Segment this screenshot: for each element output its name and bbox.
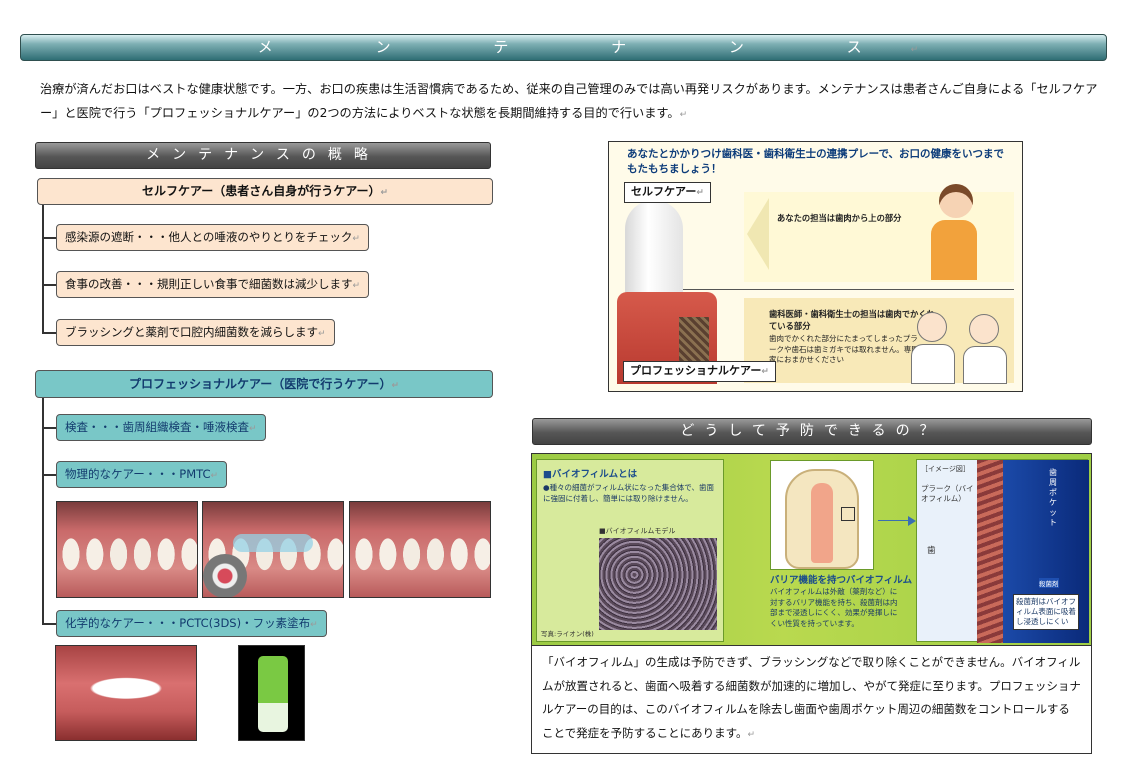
- biofilm-model-photo: [599, 538, 717, 630]
- tree-branch: [42, 427, 56, 429]
- patient-body-icon: [931, 220, 977, 280]
- biofilm-explanation: 「バイオフィルム」の生成は予防できず、ブラッシングなどで取り除くことができません…: [531, 646, 1092, 754]
- diagram-title: あなたとかかりつけ歯科医・歯科衛生士の連携プレーで、お口の健康をいつまでもたもち…: [627, 148, 1005, 175]
- polishing-tool-icon: [203, 554, 247, 597]
- germicide-note: 殺菌剤はバイオフィルム表面に吸着し浸透しにくい: [1013, 594, 1079, 630]
- biofilm-box-title: ■バイオフィルムとは: [543, 469, 638, 480]
- plaque-label: プラーク（バイオフィルム）: [921, 484, 974, 503]
- paste-icon: [233, 534, 313, 552]
- pmtc-photo-after: [349, 501, 491, 598]
- fluoride-bottle-icon: [258, 656, 288, 732]
- biofilm-illustration: ■バイオフィルムとは ●種々の細菌がフィルム状になった集合体で、歯面に強固に付着…: [531, 453, 1092, 646]
- zoom-box-icon: [841, 507, 855, 521]
- hygienist-head-icon: [969, 314, 999, 344]
- image-tag: ［イメージ図］: [921, 465, 970, 473]
- arrow-up-icon: [747, 198, 769, 270]
- arrow-right-icon: [908, 516, 916, 526]
- self-care-note: あなたの担当は歯肉から上の部分: [777, 213, 902, 223]
- pmtc-photo-before: [56, 501, 198, 598]
- arrow-line: [878, 520, 910, 521]
- pmtc-photo-during: [202, 501, 344, 598]
- barrier-body: バイオフィルムは外敵（薬剤など）に対するバリア機能を持ち、殺菌剤は内部まで浸透し…: [770, 587, 898, 628]
- gum-line: [679, 289, 1014, 290]
- self-care-title: セルフケアー（患者さん自身が行うケアー）↵: [37, 178, 493, 205]
- tooth-label: 歯: [927, 546, 936, 556]
- dentist-body-icon: [911, 344, 955, 384]
- tree-branch: [42, 237, 56, 239]
- overview-header: メンテナンスの概略: [35, 142, 491, 169]
- tree-line: [42, 205, 44, 333]
- tree-branch: [42, 284, 56, 286]
- fluoride-photo: [238, 645, 305, 741]
- self-care-item: 感染源の遮断・・・他人との唾液のやりとりをチェック↵: [56, 224, 369, 251]
- tree-branch: [42, 623, 56, 625]
- tree-branch: [42, 474, 56, 476]
- biofilm-info-box: ■バイオフィルムとは ●種々の細菌がフィルム状になった集合体で、歯面に強固に付着…: [536, 459, 724, 642]
- page-banner: メ ン テ ナ ン ス↵: [20, 34, 1107, 61]
- pro-care-item: 化学的なケアー・・・PCTC(3DS)・フッ素塗布↵: [56, 610, 327, 637]
- dentist-head-icon: [917, 312, 947, 342]
- self-care-label: セルフケアー↵: [624, 182, 711, 203]
- pro-care-item: 物理的なケアー・・・PMTC↵: [56, 461, 228, 488]
- patient-head-icon: [939, 184, 973, 218]
- prevent-header: どうして予防できるの？: [532, 418, 1092, 445]
- pro-care-title: プロフェッショナルケアー（医院で行うケアー）↵: [35, 370, 493, 398]
- intro-paragraph: 治療が済んだお口はベストな健康状態です。一方、お口の疾患は生活習慣病であるため、…: [40, 82, 1098, 120]
- tooth-cross-section: [770, 460, 874, 570]
- tree-branch: [42, 332, 56, 334]
- hygienist-body-icon: [963, 346, 1007, 384]
- pro-care-item: 検査・・・歯周組織検査・唾液検査↵: [56, 414, 266, 441]
- self-care-item: 食事の改善・・・規則正しい食事で細菌数は減少します↵: [56, 271, 370, 298]
- pocket-label: 歯周ポケット: [1049, 468, 1057, 527]
- biofilm-image-diagram: ［イメージ図］ プラーク（バイオフィルム） 歯 歯周ポケット 殺菌剤 殺菌剤はバ…: [916, 459, 1089, 643]
- biofilm-layer: [977, 460, 1003, 643]
- barrier-title: バリア機能を持つバイオフィルム: [770, 575, 913, 586]
- care-diagram: あなたとかかりつけ歯科医・歯科衛生士の連携プレーで、お口の健康をいつまでもたもち…: [608, 141, 1023, 392]
- germicide-label: 殺菌剤: [1039, 578, 1059, 588]
- biofilm-box-body: ●種々の細菌がフィルム状になった集合体で、歯面に強固に付着し、簡単には取り除けま…: [543, 483, 714, 503]
- pulp-icon: [811, 483, 833, 563]
- pro-care-label: プロフェッショナルケアー↵: [623, 361, 776, 382]
- pro-care-note-title: 歯科医師・歯科衛生士の担当は歯肉でかくれている部分: [769, 309, 935, 331]
- pro-care-note-body: 歯肉でかくれた部分にたまってしまったプラークや歯石は歯ミガキでは取れません。専門…: [769, 334, 919, 364]
- tray-photo: [55, 645, 197, 741]
- photo-credit: 写真:ライオン(株): [541, 630, 594, 638]
- tree-line: [42, 398, 44, 624]
- self-care-item: ブラッシングと薬剤で口腔内細菌数を減らします↵: [56, 319, 335, 346]
- biofilm-model-label: ■バイオフィルムモデル: [599, 527, 676, 535]
